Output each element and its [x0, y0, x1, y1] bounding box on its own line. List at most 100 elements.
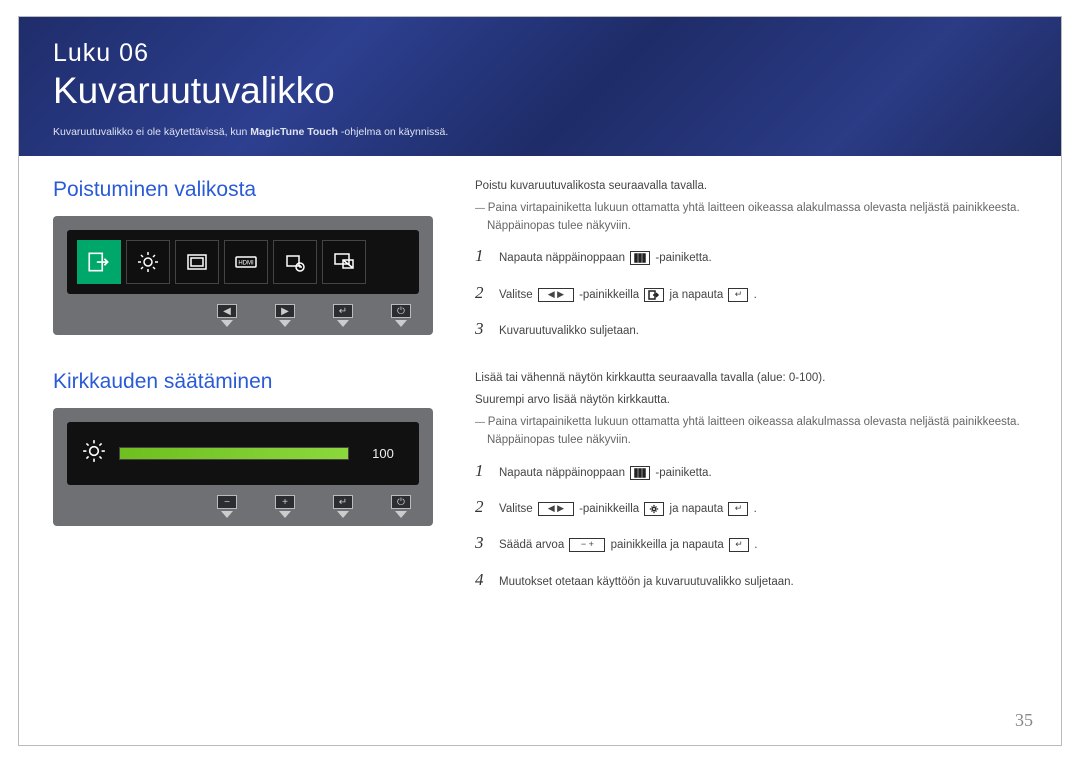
chapter-number-line: Luku 06 — [53, 39, 1027, 68]
step-row: 2 Valitse ◀ ▶ -painikkeilla ja napauta ↵… — [475, 280, 1027, 306]
step-mid: -painikkeilla — [579, 503, 642, 515]
step-pre: Valitse — [499, 289, 536, 301]
step-pre: Valitse — [499, 503, 536, 515]
content-grid: Poistuminen valikosta HDMI — [19, 156, 1061, 613]
chapter-note-suffix: -ohjelma on käynnissä. — [338, 126, 448, 138]
menu-icon — [630, 466, 650, 480]
down-arrow-icon — [279, 320, 291, 327]
chapter-label: Luku — [53, 39, 111, 67]
osd-icon-row: HDMI — [67, 230, 419, 294]
bright-hint-minus: − — [217, 495, 237, 518]
step-row: 3 Kuvaruutuvalikko suljetaan. — [475, 316, 1027, 342]
chapter-number: 06 — [119, 39, 149, 67]
enter-icon: ↵ — [333, 304, 353, 318]
step-row: 3 Säädä arvoa − + painikkeilla ja napaut… — [475, 530, 1027, 556]
osd-hint-enter: ↵ — [333, 304, 353, 327]
osd-menu-panel: HDMI ◀ ▶ — [53, 216, 433, 335]
step-post: ja napauta — [670, 289, 727, 301]
chapter-note-prefix: Kuvaruutuvalikko ei ole käytettävissä, k… — [53, 126, 250, 138]
step-text: Valitse ◀ ▶ -painikkeilla ja napauta ↵ . — [499, 287, 1027, 305]
step-number: 1 — [475, 243, 489, 269]
down-arrow-icon — [221, 511, 233, 518]
left-right-arrows-icon: ◀ ▶ — [538, 288, 574, 302]
step-text: Napauta näppäinoppaan -painiketta. — [499, 250, 1027, 268]
brightness-panel: 100 − + ↵ ⏻ — [53, 408, 433, 526]
step-pre: Napauta näppäinoppaan — [499, 467, 628, 479]
menu-icon — [630, 251, 650, 265]
minus-icon: − — [217, 495, 237, 509]
step-row: 1 Napauta näppäinoppaan -painiketta. — [475, 458, 1027, 484]
exit-icon — [644, 288, 664, 302]
step-row: 1 Napauta näppäinoppaan -painiketta. — [475, 243, 1027, 269]
step-row: 2 Valitse ◀ ▶ -painikkeilla ja napauta ↵… — [475, 494, 1027, 520]
section2-intro2: Suurempi arvo lisää näytön kirkkautta. — [475, 392, 1027, 410]
down-arrow-icon — [337, 320, 349, 327]
section2-steps: 1 Napauta näppäinoppaan -painiketta. 2 V… — [475, 458, 1027, 593]
svg-text:HDMI: HDMI — [238, 261, 254, 267]
down-arrow-icon — [221, 320, 233, 327]
osd-brightness-icon — [126, 240, 170, 284]
page-frame: Luku 06 Kuvaruutuvalikko Kuvaruutuvalikk… — [18, 16, 1062, 746]
step-number: 2 — [475, 280, 489, 306]
section1-left: Poistuminen valikosta HDMI — [53, 178, 453, 352]
step-post: ja napauta — [670, 503, 727, 515]
step-text: Muutokset otetaan käyttöön ja kuvaruutuv… — [499, 574, 1027, 592]
section2-instructions: Lisää tai vähennä näytön kirkkautta seur… — [475, 370, 1027, 603]
section2-title: Kirkkauden säätäminen — [53, 370, 453, 394]
step-text: Kuvaruutuvalikko suljetaan. — [499, 323, 1027, 341]
step-pre: Säädä arvoa — [499, 539, 567, 551]
brightness-sun-icon — [81, 438, 107, 469]
right-arrow-icon: ▶ — [275, 304, 295, 318]
osd-hint-left: ◀ — [217, 304, 237, 327]
enter-icon: ↵ — [728, 502, 748, 516]
section2-left: Kirkkauden säätäminen 100 − — [53, 370, 453, 603]
bright-hint-power: ⏻ — [391, 495, 411, 518]
step-number: 3 — [475, 530, 489, 556]
enter-icon: ↵ — [728, 288, 748, 302]
brightness-bottom-hints: − + ↵ ⏻ — [57, 495, 429, 518]
chapter-note-bold: MagicTune Touch — [250, 126, 338, 138]
enter-icon: ↵ — [333, 495, 353, 509]
enter-icon: ↵ — [729, 538, 749, 552]
step-number: 4 — [475, 567, 489, 593]
step-number: 1 — [475, 458, 489, 484]
step-row: 4 Muutokset otetaan käyttöön ja kuvaruut… — [475, 567, 1027, 593]
step-text: Säädä arvoa − + painikkeilla ja napauta … — [499, 537, 1027, 555]
step-period: . — [754, 503, 757, 515]
brightness-inner: 100 — [67, 422, 419, 485]
section1-instructions: Poistu kuvaruutuvalikosta seuraavalla ta… — [475, 178, 1027, 352]
osd-timer-icon — [273, 240, 317, 284]
chapter-note: Kuvaruutuvalikko ei ole käytettävissä, k… — [53, 126, 1027, 138]
osd-pip-icon — [322, 240, 366, 284]
step-number: 2 — [475, 494, 489, 520]
left-right-arrows-icon: ◀ ▶ — [538, 502, 574, 516]
section1-title: Poistuminen valikosta — [53, 178, 453, 202]
section1-note: Paina virtapainiketta lukuun ottamatta y… — [475, 200, 1027, 236]
chapter-header: Luku 06 Kuvaruutuvalikko Kuvaruutuvalikk… — [19, 17, 1061, 156]
power-icon: ⏻ — [391, 304, 411, 318]
brightness-bar-track — [119, 447, 349, 460]
step-post: -painiketta. — [655, 467, 711, 479]
down-arrow-icon — [395, 511, 407, 518]
step-post: painikkeilla ja napauta — [611, 539, 727, 551]
osd-hint-power: ⏻ — [391, 304, 411, 327]
bright-hint-enter: ↵ — [333, 495, 353, 518]
down-arrow-icon — [279, 511, 291, 518]
section2-note: Paina virtapainiketta lukuun ottamatta y… — [475, 414, 1027, 450]
osd-picture-icon — [175, 240, 219, 284]
left-arrow-icon: ◀ — [217, 304, 237, 318]
power-icon: ⏻ — [391, 495, 411, 509]
brightness-bar-fill — [120, 448, 348, 459]
step-period: . — [754, 539, 757, 551]
osd-hdmi-icon: HDMI — [224, 240, 268, 284]
bright-hint-plus: + — [275, 495, 295, 518]
minus-plus-icon: − + — [569, 538, 605, 552]
step-pre: Napauta näppäinoppaan — [499, 252, 628, 264]
brightness-value: 100 — [361, 446, 405, 461]
chapter-title: Kuvaruutuvalikko — [53, 70, 1027, 112]
osd-hint-right: ▶ — [275, 304, 295, 327]
down-arrow-icon — [337, 511, 349, 518]
section1-steps: 1 Napauta näppäinoppaan -painiketta. 2 V… — [475, 243, 1027, 342]
section1-intro: Poistu kuvaruutuvalikosta seuraavalla ta… — [475, 178, 1027, 196]
section2-intro1: Lisää tai vähennä näytön kirkkautta seur… — [475, 370, 1027, 388]
